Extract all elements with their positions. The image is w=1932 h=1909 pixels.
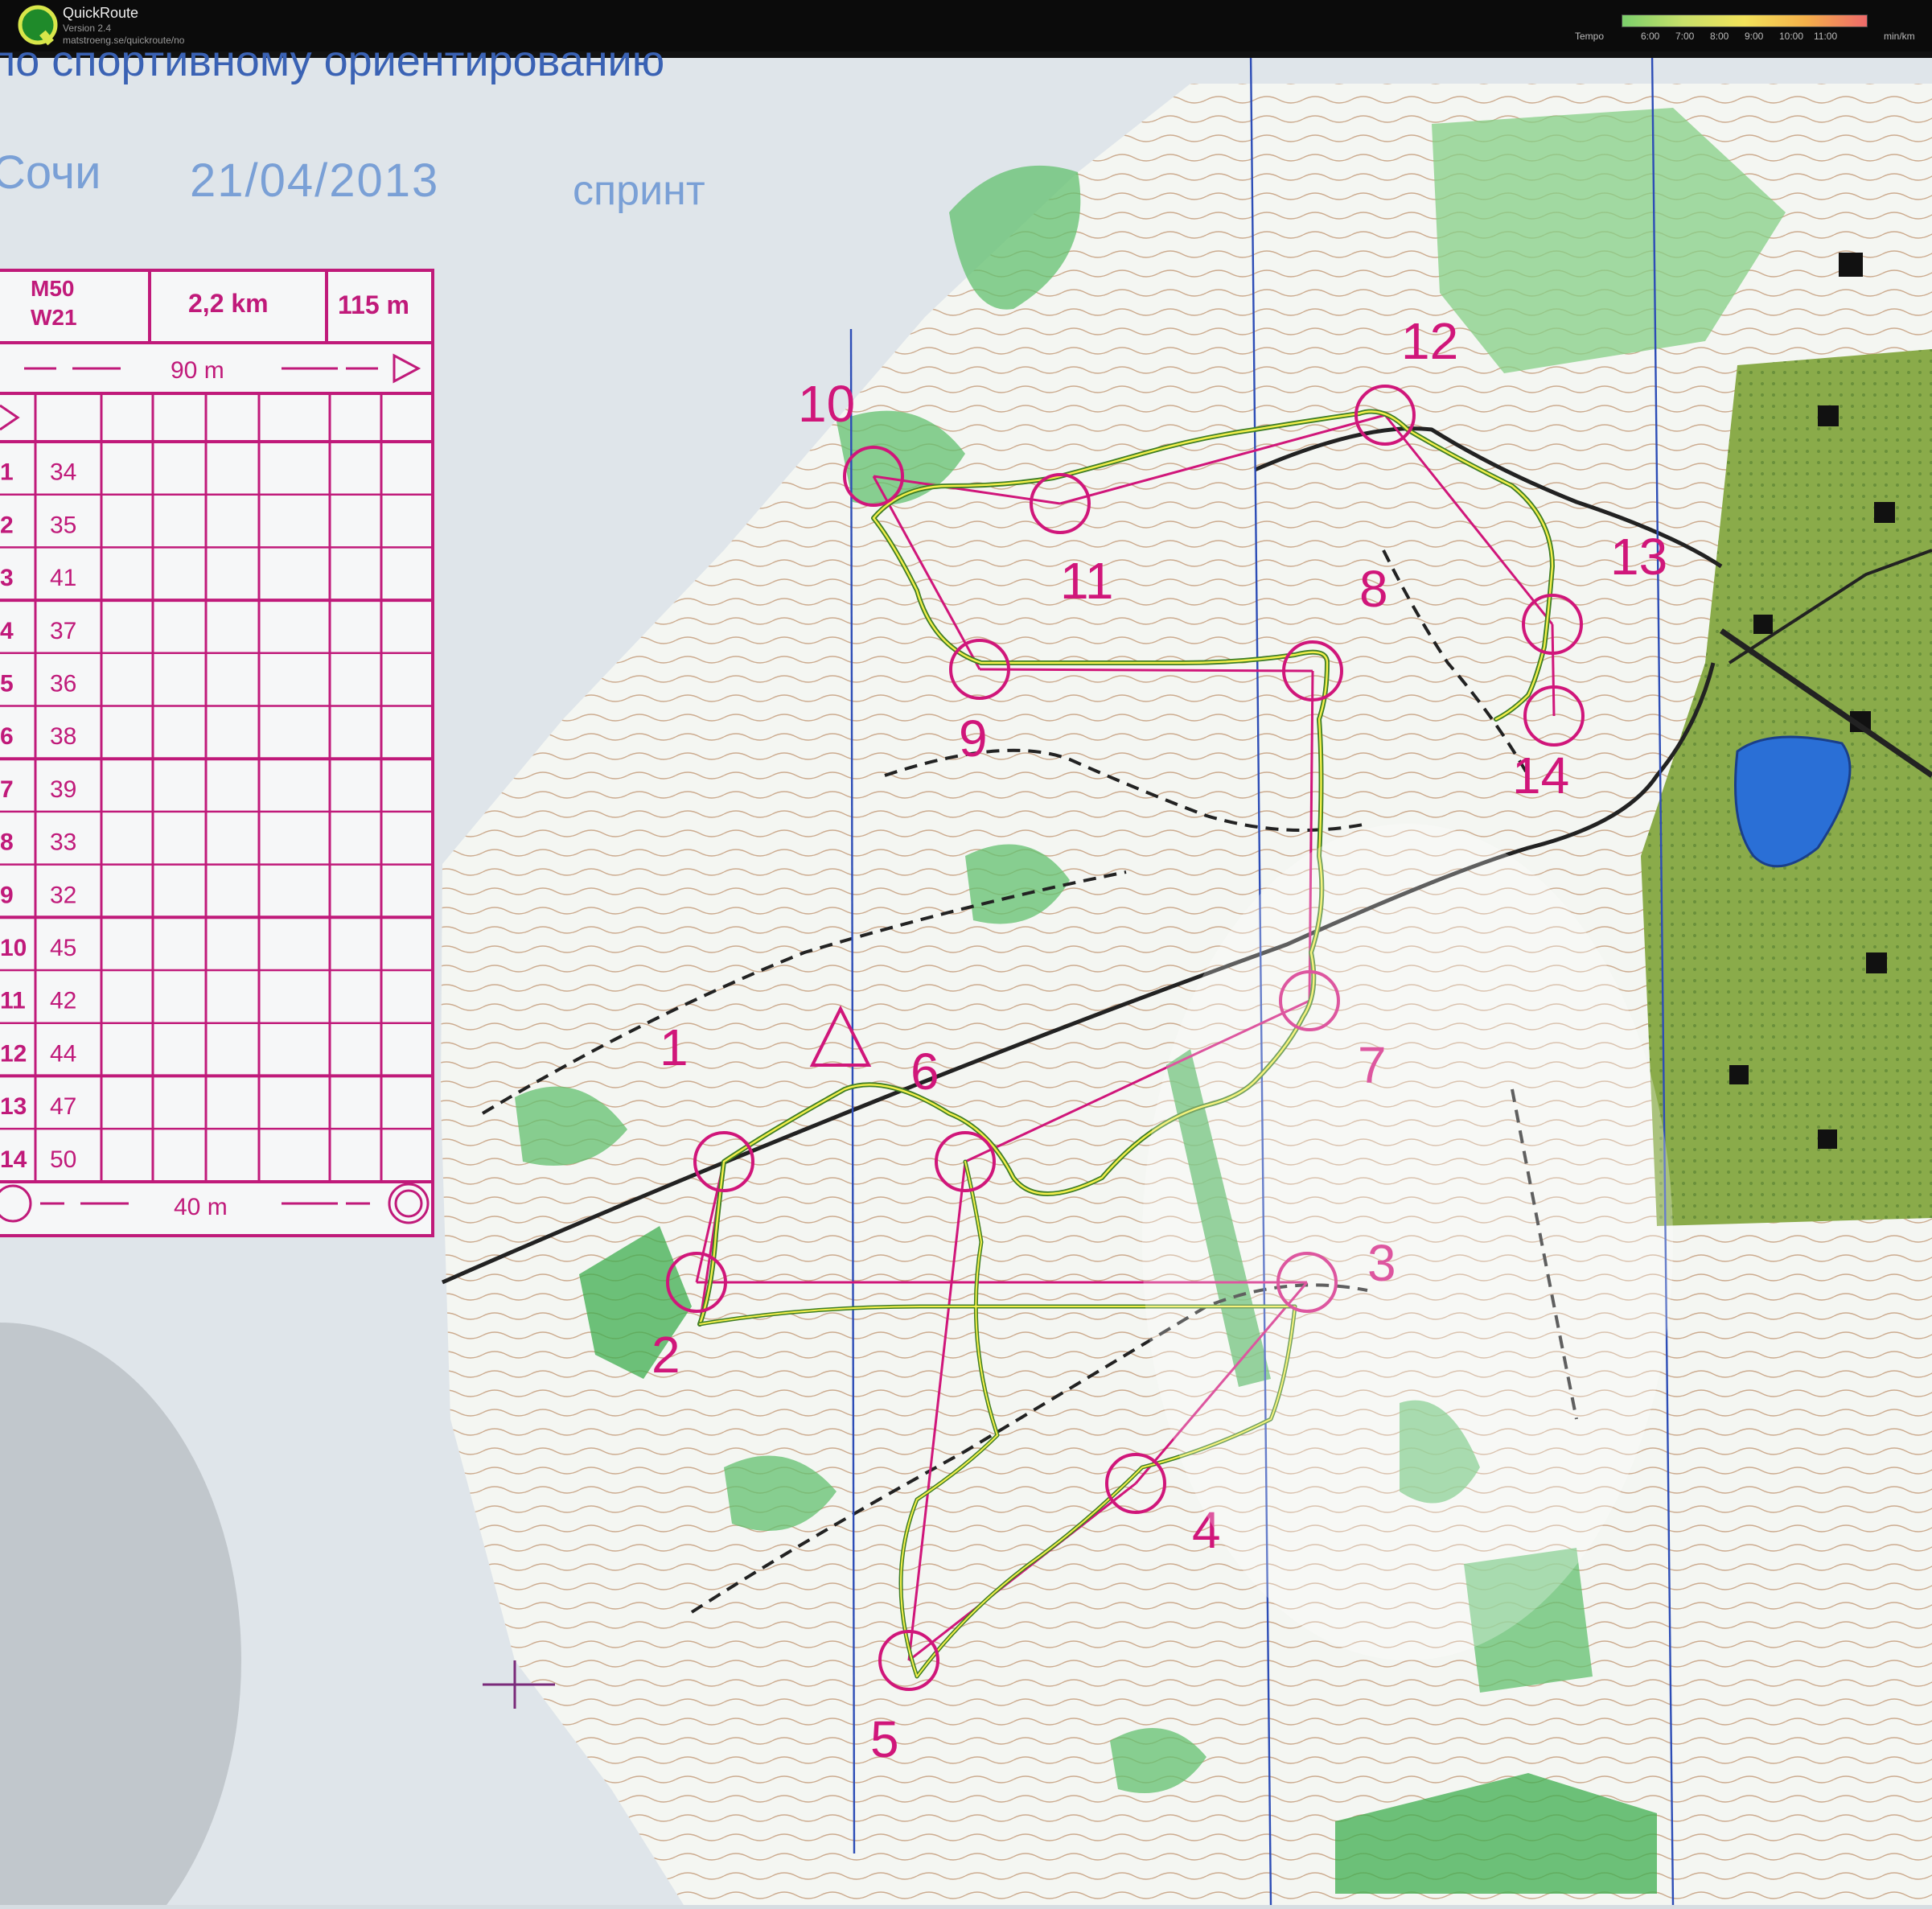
control-code: 37 [50, 618, 76, 644]
control-number: 11 [0, 988, 26, 1014]
start-distance: 90 m [171, 357, 224, 384]
control-label: 13 [1610, 528, 1667, 586]
legend-class-1: M50 [31, 276, 74, 301]
control-code: 35 [50, 512, 76, 538]
control-number: 10 [0, 935, 27, 961]
tempo-tick: 8:00 [1710, 31, 1729, 42]
legend-climb: 115 m [338, 290, 409, 319]
control-number: 13 [0, 1093, 27, 1120]
map-heading: по спортивному ориентированию [0, 51, 664, 85]
control-number: 4 [0, 618, 14, 644]
control-number: 5 [0, 671, 14, 697]
control-code: 42 [50, 988, 76, 1014]
control-number: 6 [0, 723, 14, 750]
tempo-color-scale [1622, 14, 1868, 27]
control-label: 1 [660, 1018, 689, 1076]
quickroute-logo-icon [18, 5, 58, 46]
control-label: 9 [959, 710, 988, 767]
tempo-tick: 7:00 [1675, 31, 1695, 42]
control-label: 6 [911, 1043, 939, 1101]
control-code: 36 [50, 671, 76, 697]
control-label: 14 [1512, 747, 1569, 804]
tempo-tick: 10:00 [1779, 31, 1804, 42]
control-number: 1 [0, 459, 14, 486]
map-date: 21/04/2013 [190, 154, 439, 207]
control-number: 14 [0, 1146, 27, 1173]
legend-class-2: W21 [31, 305, 77, 330]
tempo-label: Tempo [1575, 31, 1605, 42]
app-title: QuickRoute [63, 5, 139, 21]
control-number: 12 [0, 1040, 27, 1067]
control-code: 39 [50, 776, 76, 803]
control-label: 5 [870, 1710, 899, 1768]
control-number: 3 [0, 565, 14, 591]
control-code: 41 [50, 565, 76, 591]
control-code: 44 [50, 1040, 76, 1067]
control-code: 34 [50, 459, 76, 486]
finish-distance: 40 m [174, 1194, 228, 1220]
control-number: 9 [0, 882, 14, 908]
control-number: 8 [0, 829, 14, 856]
control-code: 33 [50, 829, 76, 856]
map-discipline: спринт [573, 167, 705, 214]
tempo-tick: 6:00 [1641, 31, 1660, 42]
control-label: 2 [652, 1326, 680, 1384]
legend-length: 2,2 km [188, 289, 269, 318]
version-text: Version 2.4 [63, 23, 112, 34]
control-label: 11 [1060, 552, 1113, 610]
control-code: 50 [50, 1146, 76, 1173]
tempo-tick: 11:00 [1814, 31, 1838, 42]
control-code: 47 [50, 1093, 76, 1120]
tempo-unit: min/km [1884, 31, 1915, 42]
control-label: 10 [798, 375, 855, 433]
control-code: 45 [50, 935, 76, 961]
control-label: 8 [1359, 560, 1388, 618]
tempo-tick: 9:00 [1745, 31, 1764, 42]
glare [1142, 824, 1673, 1660]
map-location: Сочи [0, 146, 101, 199]
map-view[interactable]: по спортивному ориентированию Сочи 21/04… [0, 37, 1932, 1909]
control-code: 32 [50, 882, 76, 908]
tempo-ticks: 6:00 7:00 8:00 9:00 10:00 11:00 [1641, 31, 1848, 42]
course-leg [1551, 623, 1556, 717]
control-number: 7 [0, 776, 14, 803]
control-description-sheet: 1 342 353 414 375 366 387 398 339 3210 4511 4212 441… [0, 269, 434, 1237]
control-number: 2 [0, 512, 14, 538]
course-leg [979, 668, 1313, 673]
app-version: Version 2.4 matstroeng.se/quickroute/no [63, 23, 184, 47]
control-label: 12 [1401, 312, 1458, 370]
url-text: matstroeng.se/quickroute/no [63, 35, 185, 46]
app-titlebar: QuickRoute Version 2.4 matstroeng.se/qui… [0, 0, 1932, 51]
orienteering-map[interactable]: по спортивному ориентированию Сочи 21/04… [0, 37, 1932, 1909]
control-code: 38 [50, 723, 76, 750]
